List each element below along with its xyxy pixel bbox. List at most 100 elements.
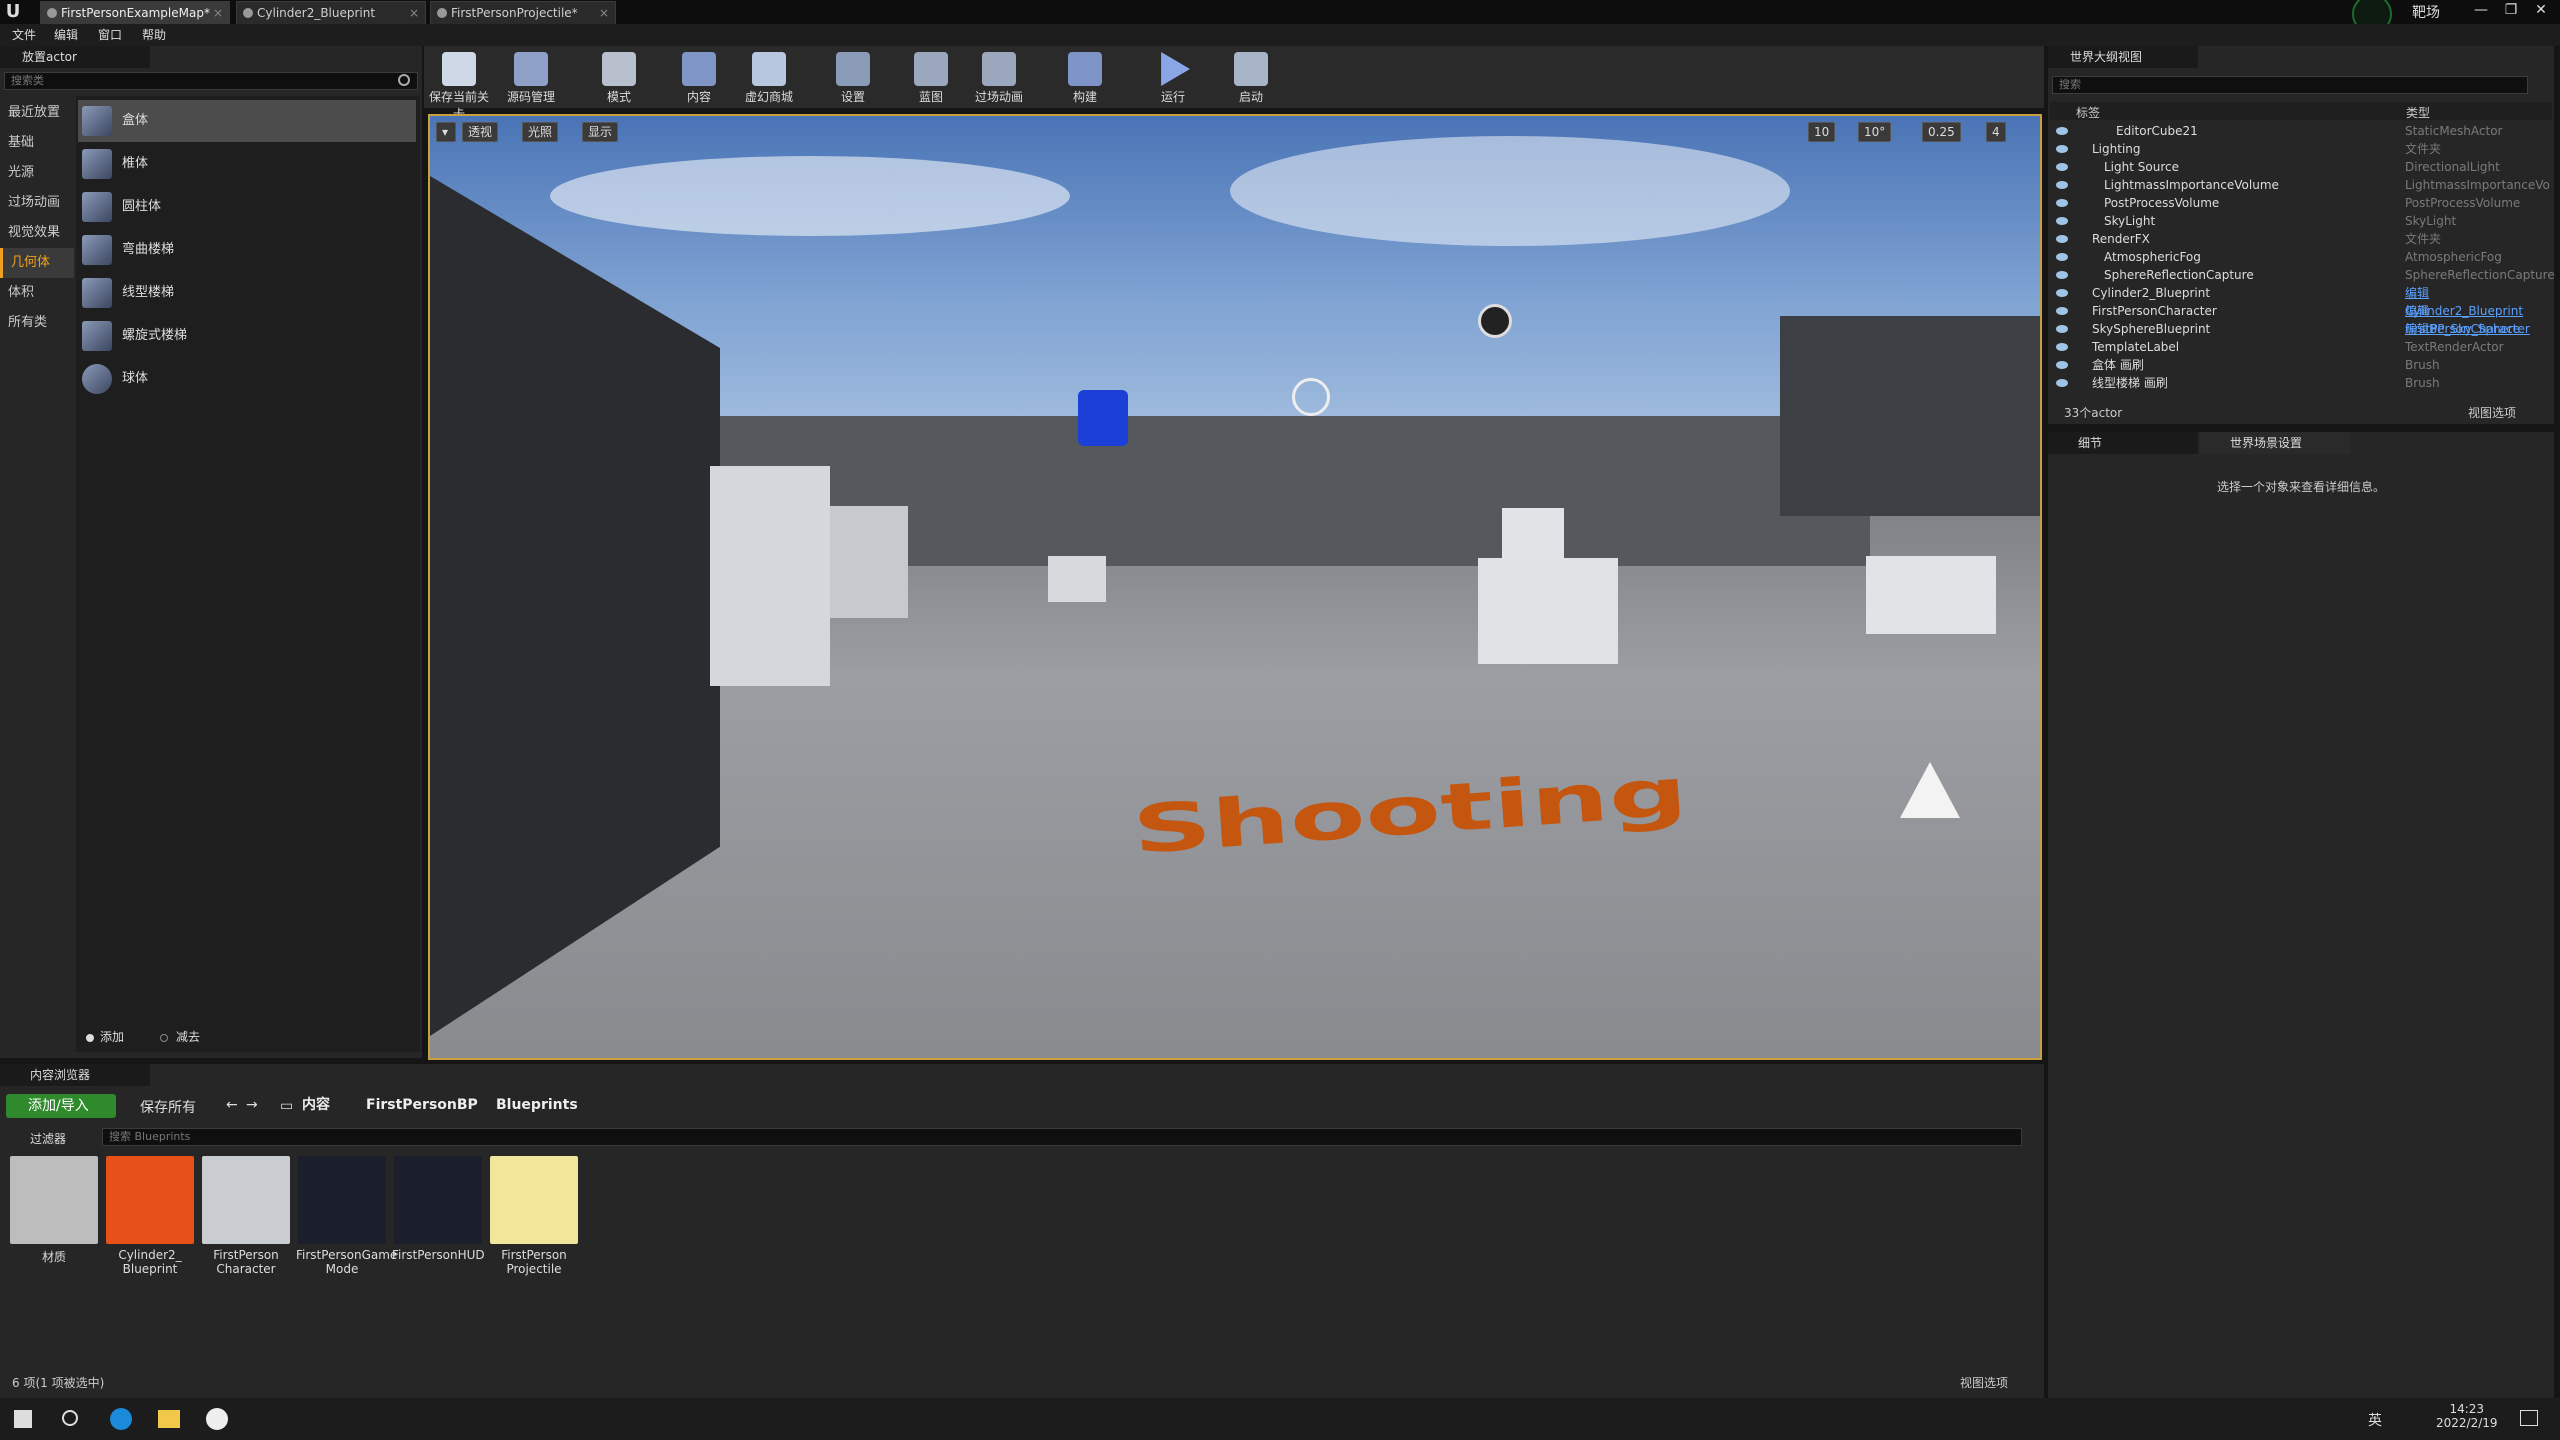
unreal-engine-icon[interactable] — [206, 1408, 228, 1430]
category-recent[interactable]: 最近放置 — [0, 98, 74, 128]
play-button[interactable]: 运行 — [1138, 46, 1208, 108]
add-radio[interactable] — [86, 1034, 94, 1042]
place-item-box[interactable]: 盒体 — [78, 100, 416, 142]
outliner-row[interactable]: SkyLight SkyLight — [2050, 212, 2545, 230]
visibility-eye-icon[interactable] — [2056, 163, 2068, 171]
settings-button[interactable]: 设置 — [818, 46, 888, 108]
perspective-button[interactable]: 透视 — [462, 122, 499, 142]
source-control-button[interactable]: 源码管理 — [496, 46, 566, 108]
history-back-button[interactable]: ← — [226, 1097, 238, 1113]
category-cinematic[interactable]: 过场动画 — [0, 188, 74, 218]
scale-snap-button[interactable]: 0.25 — [1922, 122, 1961, 142]
breadcrumb-content[interactable]: 内容 — [302, 1094, 330, 1116]
notification-icon[interactable] — [2520, 1410, 2538, 1426]
player-start-icon[interactable] — [1900, 762, 1960, 818]
visibility-eye-icon[interactable] — [2056, 307, 2068, 315]
tab-world-settings[interactable]: 世界场景设置 — [2200, 432, 2350, 454]
subtract-radio[interactable] — [160, 1034, 168, 1042]
visibility-eye-icon[interactable] — [2056, 127, 2068, 135]
edge-browser-icon[interactable] — [110, 1408, 132, 1430]
outliner-row[interactable]: Cylinder2_Blueprint 编辑Cylinder2_Blueprint — [2050, 284, 2545, 318]
minimize-button[interactable]: — — [2466, 0, 2496, 22]
cinematics-button[interactable]: 过场动画 — [958, 46, 1040, 108]
place-item-cylinder[interactable]: 圆柱体 — [78, 186, 416, 228]
category-lights[interactable]: 光源 — [0, 158, 74, 188]
place-item-spiral-stair[interactable]: 螺旋式楼梯 — [78, 315, 416, 357]
outliner-row[interactable]: 盒体 画刷 Brush — [2050, 356, 2545, 374]
place-item-curved-stair[interactable]: 弯曲楼梯 — [78, 229, 416, 271]
column-label[interactable]: 标签 — [2076, 104, 2100, 121]
marketplace-button[interactable]: 虚幻商城 — [734, 46, 804, 108]
column-type[interactable]: 类型 — [2406, 104, 2430, 121]
level-viewport[interactable]: Shooting ▾ 透视 光照 显示 10 10° 0.25 4 — [428, 114, 2042, 1060]
close-icon[interactable]: × — [409, 2, 419, 24]
search-icon[interactable] — [62, 1410, 78, 1426]
tab-first-person-example-map[interactable]: FirstPersonExampleMap* × — [40, 1, 230, 24]
visibility-eye-icon[interactable] — [2056, 379, 2068, 387]
viewport-options-button[interactable]: ▾ — [436, 122, 456, 142]
rotation-snap-button[interactable]: 10° — [1858, 122, 1892, 142]
content-view-options[interactable]: 视图选项 — [1960, 1374, 2008, 1391]
close-icon[interactable]: × — [599, 2, 609, 24]
category-all-classes[interactable]: 所有类 — [0, 308, 74, 338]
maximize-button[interactable]: ❐ — [2496, 0, 2526, 22]
clock[interactable]: 14:23 2022/2/19 — [2436, 1402, 2498, 1430]
modes-button[interactable]: 模式 — [584, 46, 654, 108]
sun-light-icon[interactable] — [1292, 378, 1330, 416]
category-basic[interactable]: 基础 — [0, 128, 74, 158]
grid-snap-button[interactable]: 10 — [1808, 122, 1836, 142]
visibility-eye-icon[interactable] — [2056, 271, 2068, 279]
asset-tile[interactable]: FirstPersonGame Mode — [296, 1156, 397, 1286]
menu-window[interactable]: 窗口 — [92, 24, 128, 46]
ime-indicator[interactable]: 英 — [2368, 1410, 2382, 1430]
tab-first-person-projectile[interactable]: FirstPersonProjectile* × — [430, 1, 616, 24]
visibility-eye-icon[interactable] — [2056, 181, 2068, 189]
build-button[interactable]: 构建 — [1050, 46, 1120, 108]
outliner-row[interactable]: AtmosphericFog AtmosphericFog — [2050, 248, 2545, 266]
visibility-eye-icon[interactable] — [2056, 343, 2068, 351]
asset-search-input[interactable]: 搜索 Blueprints — [102, 1128, 2022, 1146]
visibility-eye-icon[interactable] — [2056, 325, 2068, 333]
windows-start-icon[interactable] — [14, 1410, 32, 1428]
visibility-eye-icon[interactable] — [2056, 217, 2068, 225]
outliner-row[interactable]: Lighting 文件夹 — [2050, 140, 2545, 158]
filter-button[interactable]: 过滤器 — [30, 1130, 66, 1147]
outliner-row[interactable]: SphereReflectionCapture SphereReflectionC… — [2050, 266, 2555, 284]
visibility-eye-icon[interactable] — [2056, 199, 2068, 207]
asset-tile[interactable]: 材质 — [8, 1156, 100, 1286]
add-import-button[interactable]: 添加/导入 — [6, 1094, 116, 1118]
blueprints-button[interactable]: 蓝图 — [896, 46, 966, 108]
outliner-row[interactable]: TemplateLabel TextRenderActor — [2050, 338, 2545, 356]
close-icon[interactable]: × — [213, 2, 223, 24]
place-item-sphere[interactable]: 球体 — [78, 358, 416, 400]
outliner-row[interactable]: SkySphereBlueprint 编辑BP_Sky_Sphere — [2050, 320, 2545, 338]
outliner-row[interactable]: 线型楼梯 画刷 Brush — [2050, 374, 2545, 392]
outliner-search-input[interactable]: 搜索 — [2052, 76, 2528, 94]
launch-button[interactable]: 启动 — [1216, 46, 1286, 108]
reflection-capture-icon[interactable] — [1478, 304, 1512, 338]
outliner-row[interactable]: LightmassImportanceVolume LightmassImport… — [2050, 176, 2550, 194]
visibility-eye-icon[interactable] — [2056, 361, 2068, 369]
tab-world-outliner[interactable]: 世界大纲视图 — [2048, 46, 2198, 68]
close-button[interactable]: ✕ — [2526, 0, 2556, 22]
outliner-row[interactable]: PostProcessVolume PostProcessVolume — [2050, 194, 2545, 212]
show-button[interactable]: 显示 — [582, 122, 619, 142]
tab-details[interactable]: 细节 — [2048, 432, 2198, 454]
outliner-row[interactable]: RenderFX 文件夹 — [2050, 230, 2545, 248]
asset-tile[interactable]: FirstPersonHUD — [392, 1156, 485, 1286]
place-search-input[interactable]: 搜索类 — [4, 72, 418, 90]
menu-edit[interactable]: 编辑 — [48, 24, 84, 46]
tab-content-browser[interactable]: 内容浏览器 — [0, 1064, 150, 1086]
category-visual-effects[interactable]: 视觉效果 — [0, 218, 74, 248]
visibility-eye-icon[interactable] — [2056, 235, 2068, 243]
content-button[interactable]: 内容 — [664, 46, 734, 108]
asset-tile[interactable]: Cylinder2_ Blueprint — [104, 1156, 196, 1286]
category-geometry[interactable]: 几何体 — [0, 248, 74, 278]
visibility-eye-icon[interactable] — [2056, 253, 2068, 261]
outliner-row-type[interactable]: 编辑BP_Sky_Sphere — [2405, 320, 2520, 338]
breadcrumb-blueprints[interactable]: Blueprints — [496, 1094, 578, 1116]
place-item-cone[interactable]: 椎体 — [78, 143, 416, 185]
asset-tile[interactable]: FirstPerson Character — [200, 1156, 292, 1286]
asset-tile[interactable]: FirstPerson Projectile — [488, 1156, 580, 1286]
visibility-eye-icon[interactable] — [2056, 289, 2068, 297]
